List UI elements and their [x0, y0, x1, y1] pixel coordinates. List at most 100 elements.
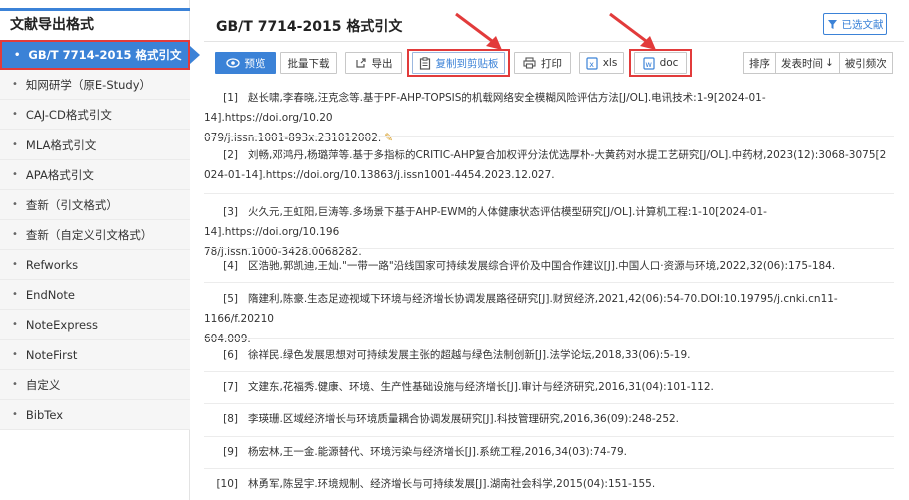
ref-number: [6] [223, 349, 238, 361]
format-item-gbt7714[interactable]: • GB/T 7714-2015 格式引文 [0, 40, 190, 70]
format-item-bibtex[interactable]: • BibTex [0, 400, 190, 430]
main-panel: GB/T 7714-2015 格式引文 已选文献 预览 批量下载 导出 复制到剪… [204, 0, 904, 500]
ref-number: [10] [216, 478, 238, 490]
print-button[interactable]: 打印 [514, 52, 571, 74]
format-label: APA格式引文 [25, 167, 94, 182]
ref-text: 林勇军,陈昱宇.环境规制、经济增长与可持续发展[J].湖南社会科学,2015(0… [248, 478, 656, 490]
ref-text: 隋建利,陈豪.生态足迹视域下环境与经济增长协调发展路径研究[J].财贸经济,20… [204, 293, 838, 325]
title-divider [204, 41, 904, 42]
annotation-arrow-icon [609, 12, 656, 50]
preview-button[interactable]: 预览 [215, 52, 276, 74]
print-label: 打印 [541, 57, 562, 70]
ref-number: [9] [223, 446, 238, 458]
ref-text: 刘畅,邓鸿丹,杨璐萍等.基于多指标的CRITIC-AHP复合加权评分法优选厚朴-… [248, 149, 887, 161]
format-item-cajcd[interactable]: • CAJ-CD格式引文 [0, 100, 190, 130]
reference-item: [3] 火久元,王虹阳,巨涛等.多场景下基于AHP-EWM的人体健康状态评估模型研… [204, 202, 894, 262]
ref-text: 火久元,王虹阳,巨涛等.多场景下基于AHP-EWM的人体健康状态评估模型研究[J… [204, 206, 767, 238]
reference-item: [6] 徐祥民.绿色发展思想对可持续发展主张的超越与绿色法制创新[J].法学论坛,… [204, 345, 894, 365]
format-item-apa[interactable]: • APA格式引文 [0, 160, 190, 190]
bullet-icon: • [12, 109, 18, 120]
export-button[interactable]: 导出 [345, 52, 402, 74]
bullet-icon: • [12, 229, 18, 240]
format-label: 知网研学（原E-Study） [25, 77, 152, 92]
format-item-mla[interactable]: • MLA格式引文 [0, 130, 190, 160]
ref-text: 李瑛珊.区域经济增长与环境质量耦合协调发展研究[J].科技管理研究,2016,3… [248, 413, 680, 425]
bullet-icon: • [12, 319, 18, 330]
bullet-icon: • [14, 49, 21, 61]
ref-number: [3] [223, 206, 238, 218]
reference-item: [2] 刘畅,邓鸿丹,杨璐萍等.基于多指标的CRITIC-AHP复合加权评分法优选… [204, 145, 894, 185]
sort-by-cited[interactable]: 被引频次 [838, 52, 893, 74]
doc-label: doc [659, 57, 679, 69]
bullet-icon: • [12, 379, 18, 390]
format-label: BibTex [25, 407, 64, 422]
format-label: 查新（引文格式） [25, 197, 118, 212]
pub-time-label: 发表时间 [781, 57, 823, 70]
ref-number: [4] [223, 260, 238, 272]
bullet-icon: • [12, 349, 18, 360]
format-item-refworks[interactable]: • Refworks [0, 250, 190, 280]
row-divider [204, 136, 894, 137]
bullet-icon: • [12, 409, 18, 420]
preview-label: 预览 [244, 57, 266, 70]
row-divider [204, 468, 894, 469]
ref-text-cont: 024-01-14].https://doi.org/10.13863/j.is… [204, 169, 555, 181]
export-label: 导出 [371, 57, 393, 70]
format-item-notefirst[interactable]: • NoteFirst [0, 340, 190, 370]
bullet-icon: • [12, 139, 18, 150]
reference-item: [9] 杨宏林,王一金.能源替代、环境污染与经济增长[J].系统工程,2016,3… [204, 442, 894, 462]
ref-text-cont: 604.009. [204, 333, 251, 345]
reference-item: [4] 区浩驰,郭凯迪,王灿."一带一路"沿线国家可持续发展综合评价及中国合作建议… [204, 256, 894, 276]
ref-text: 徐祥民.绿色发展思想对可持续发展主张的超越与绿色法制创新[J].法学论坛,201… [248, 349, 691, 361]
sort-label: 排序 [743, 52, 776, 74]
format-label: EndNote [25, 287, 75, 302]
bullet-icon: • [12, 259, 18, 270]
row-divider [204, 403, 894, 404]
row-divider [204, 193, 894, 194]
selected-docs-label: 已选文献 [841, 18, 884, 31]
arrow-down-icon: ↓ [825, 57, 834, 69]
word-icon: w [642, 56, 655, 70]
ref-text: 区浩驰,郭凯迪,王灿."一带一路"沿线国家可持续发展综合评价及中国合作建议[J]… [248, 260, 836, 272]
format-item-endnote[interactable]: • EndNote [0, 280, 190, 310]
row-divider [204, 436, 894, 437]
bullet-icon: • [12, 289, 18, 300]
reference-item: [7] 文建东,花福秀.健康、环境、生产性基础设施与经济增长[J].审计与经济研究… [204, 377, 894, 397]
ref-number: [8] [223, 413, 238, 425]
export-icon [355, 58, 366, 68]
cited-label: 被引频次 [844, 57, 887, 70]
clipboard-icon [419, 56, 430, 70]
format-item-noteexpress[interactable]: • NoteExpress [0, 310, 190, 340]
ref-text: 文建东,花福秀.健康、环境、生产性基础设施与经济增长[J].审计与经济研究,20… [248, 381, 714, 393]
printer-icon [523, 57, 536, 69]
ref-text-cont: 079/j.issn.1001-893x.231012002. [204, 132, 382, 144]
format-label: 自定义 [25, 377, 61, 392]
row-divider [204, 282, 894, 283]
reference-item: [8] 李瑛珊.区域经济增长与环境质量耦合协调发展研究[J].科技管理研究,201… [204, 409, 894, 429]
format-label: CAJ-CD格式引文 [25, 107, 112, 122]
svg-text:w: w [645, 60, 652, 69]
sidebar-top-rule [0, 8, 190, 11]
annotation-arrow-icon [455, 12, 502, 50]
page-title: GB/T 7714-2015 格式引文 [216, 19, 403, 35]
edit-note-icon[interactable]: ✎ [384, 132, 393, 144]
export-format-sidebar: 文献导出格式 • GB/T 7714-2015 格式引文 • 知网研学（原E-Stu… [0, 0, 190, 500]
ref-number: [7] [223, 381, 238, 393]
selected-docs-button[interactable]: 已选文献 [823, 13, 887, 35]
format-item-estudy[interactable]: • 知网研学（原E-Study） [0, 70, 190, 100]
row-divider [204, 248, 894, 249]
ref-number: [1] [223, 92, 238, 104]
reference-item: [10] 林勇军,陈昱宇.环境规制、经济增长与可持续发展[J].湖南社会科学,20… [204, 474, 894, 494]
sort-group: 排序 发表时间 ↓ 被引频次 [743, 52, 893, 74]
bullet-icon: • [12, 169, 18, 180]
row-divider [204, 371, 894, 372]
ref-number: [2] [223, 149, 238, 161]
format-item-novelty-custom[interactable]: • 查新（自定义引文格式） [0, 220, 190, 250]
funnel-icon [827, 19, 837, 29]
format-item-novelty[interactable]: • 查新（引文格式） [0, 190, 190, 220]
format-item-custom[interactable]: • 自定义 [0, 370, 190, 400]
batch-download-button[interactable]: 批量下载 [280, 52, 337, 74]
reference-item: [5] 隋建利,陈豪.生态足迹视域下环境与经济增长协调发展路径研究[J].财贸经济… [204, 289, 894, 349]
sort-by-pub-time[interactable]: 发表时间 ↓ [775, 52, 840, 74]
active-pointer-icon [190, 46, 200, 64]
